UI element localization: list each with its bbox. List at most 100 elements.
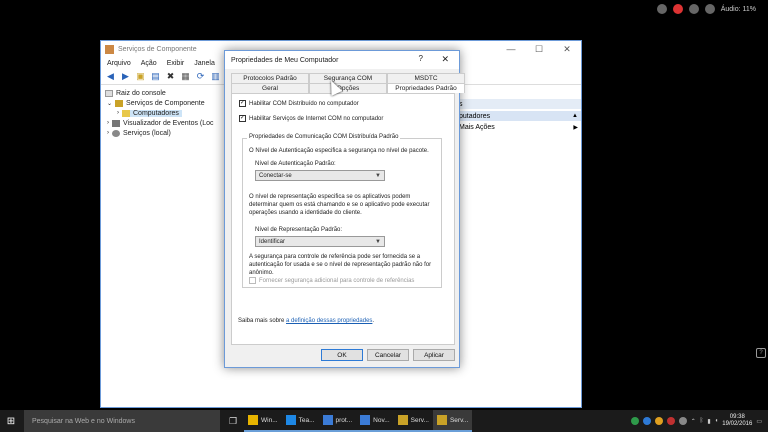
taskbar-app-label: Nov... — [373, 416, 390, 424]
enable-internet-checkbox[interactable]: ✓ Habilitar Serviços de Internet COM no … — [239, 115, 383, 122]
refresh-icon[interactable]: ⟳ — [195, 71, 206, 82]
dialog-close-button[interactable]: ✕ — [441, 54, 449, 65]
expand-chevron-icon[interactable]: › — [107, 120, 109, 126]
show-tree-icon[interactable]: ▤ — [150, 71, 161, 82]
record-icon[interactable] — [656, 4, 667, 14]
tree-item-root[interactable]: Raiz do console — [105, 88, 221, 98]
window-controls: — ☐ ✕ — [497, 41, 581, 57]
network-icon[interactable]: ▮ — [707, 418, 710, 425]
cancel-button[interactable]: Cancelar — [367, 349, 409, 361]
tab-protocolos-padrao[interactable]: Protocolos Padrão — [231, 73, 309, 83]
enable-dcom-label: Habilitar COM Distribuído no computador — [249, 100, 359, 107]
learn-more-link[interactable]: a definição dessas propriedades — [286, 318, 372, 324]
tab-geral[interactable]: Geral — [231, 83, 309, 93]
expand-chevron-icon[interactable]: › — [107, 130, 109, 136]
taskbar-app-teamviewer[interactable]: Tea... — [281, 410, 319, 432]
console-tree: Raiz do console ⌄ Serviços de Componente… — [101, 85, 221, 407]
tree-item-label: Computadores — [133, 109, 179, 117]
pause-icon[interactable] — [688, 4, 699, 14]
taskbar-app-label: Serv... — [449, 416, 469, 424]
ok-button[interactable]: OK — [321, 349, 363, 361]
checkbox-checked[interactable]: ✓ — [239, 100, 246, 107]
forward-arrow-icon[interactable]: ▶ — [120, 71, 131, 82]
app-icon — [322, 415, 333, 425]
mmc-title: Serviços de Componente — [118, 45, 197, 53]
checkbox-checked[interactable]: ✓ — [239, 115, 246, 122]
tree-item-computers[interactable]: › Computadores — [105, 108, 221, 118]
dialog-titlebar[interactable]: Propriedades de Meu Computador ? ✕ — [225, 51, 459, 69]
settings-icon[interactable] — [704, 4, 715, 14]
maximize-button[interactable]: ☐ — [525, 41, 553, 57]
taskbar: ⊞ Pesquisar na Web e no Windows ❐ Win...… — [0, 410, 768, 432]
close-button[interactable]: ✕ — [553, 41, 581, 57]
tab-seguranca-com[interactable]: Segurança COM — [309, 73, 387, 83]
actions-section-computers[interactable]: putadores ▲ — [457, 111, 581, 121]
tree-item-label: Raiz do console — [116, 89, 166, 97]
actions-header: s — [457, 99, 581, 109]
export-icon[interactable]: ▥ — [210, 71, 221, 82]
taskbar-apps: Win... Tea... prot... Nov... Serv... Ser… — [244, 410, 473, 432]
folder-icon — [105, 89, 113, 97]
menu-arquivo[interactable]: Arquivo — [107, 60, 131, 67]
auth-description: O Nível de Autenticação especifica a seg… — [249, 148, 429, 154]
tab-row-front: Geral Opções Propriedades Padrão — [231, 83, 465, 93]
taskbar-app-win[interactable]: Win... — [244, 410, 282, 432]
tray-app-icon[interactable] — [678, 417, 687, 425]
learn-more-suffix: . — [372, 318, 375, 324]
tray-app-icon[interactable] — [666, 417, 675, 425]
tab-row-back: Protocolos Padrão Segurança COM MSDTC — [231, 73, 465, 83]
taskbar-app-serv-2[interactable]: Serv... — [432, 410, 473, 432]
volume-icon[interactable]: ◖ — [715, 418, 719, 424]
reference-tracking-checkbox[interactable]: Fornecer segurança adicional para contro… — [249, 277, 414, 284]
stop-icon[interactable] — [672, 4, 683, 14]
back-arrow-icon[interactable]: ◀ — [105, 71, 116, 82]
menu-janela[interactable]: Janela — [194, 60, 215, 67]
menu-acao[interactable]: Ação — [141, 60, 157, 67]
tab-panel: ✓ Habilitar COM Distribuído no computado… — [231, 93, 455, 345]
taskbar-search[interactable]: Pesquisar na Web e no Windows — [24, 410, 220, 432]
help-overlay-icon[interactable]: ? — [756, 348, 766, 358]
tree-item-event-viewer[interactable]: › Visualizador de Eventos (Loc — [105, 118, 221, 128]
more-actions-item[interactable]: Mais Ações ▶ — [457, 121, 581, 133]
up-folder-icon[interactable]: ▣ — [135, 71, 146, 82]
collapse-chevron-icon[interactable]: ⌄ — [107, 100, 112, 107]
taskbar-app-label: prot... — [335, 416, 353, 424]
notifications-icon[interactable]: ▭ — [756, 418, 762, 425]
tree-item-label: Serviços (local) — [123, 129, 171, 137]
taskbar-app-serv-1[interactable]: Serv... — [393, 410, 433, 432]
app-icon — [436, 415, 447, 425]
tab-propriedades-padrao[interactable]: Propriedades Padrão — [387, 83, 465, 93]
submenu-arrow-icon: ▶ — [573, 124, 578, 131]
tray-app-icon[interactable] — [654, 417, 663, 425]
help-button[interactable]: ? — [419, 54, 423, 63]
minimize-button[interactable]: — — [497, 41, 525, 57]
tree-item-services[interactable]: › Serviços (local) — [105, 128, 221, 138]
dcom-properties-group: Propriedades de Comunicação COM Distribu… — [242, 134, 442, 288]
tray-app-icon[interactable] — [642, 417, 651, 425]
tree-item-component-services[interactable]: ⌄ Serviços de Componente — [105, 98, 221, 108]
tab-msdtc[interactable]: MSDTC — [387, 73, 465, 83]
expand-chevron-icon[interactable]: › — [117, 110, 119, 116]
impersonation-level-label: Nível de Representação Padrão: — [255, 227, 343, 233]
task-view-icon[interactable]: ❐ — [224, 416, 242, 427]
delete-icon[interactable]: ✖ — [165, 71, 176, 82]
impersonation-level-select[interactable]: Identificar ▼ — [255, 236, 385, 247]
auth-level-value: Conectar-se — [259, 172, 292, 179]
taskbar-app-nov[interactable]: Nov... — [356, 410, 394, 432]
enable-dcom-checkbox[interactable]: ✓ Habilitar COM Distribuído no computado… — [239, 100, 359, 107]
menu-exibir[interactable]: Exibir — [167, 60, 185, 67]
properties-icon[interactable]: ▦ — [180, 71, 191, 82]
tab-opcoes[interactable]: Opções — [309, 83, 387, 93]
taskbar-app-prot[interactable]: prot... — [318, 410, 357, 432]
chevron-up-icon[interactable]: ⌃ — [691, 418, 696, 425]
taskbar-clock[interactable]: 09:38 19/02/2016 — [722, 414, 752, 428]
event-viewer-icon — [112, 119, 120, 127]
tray-app-icon[interactable] — [630, 417, 639, 425]
checkbox-unchecked[interactable] — [249, 277, 256, 284]
apply-button[interactable]: Aplicar — [413, 349, 455, 361]
auth-level-select[interactable]: Conectar-se ▼ — [255, 170, 385, 181]
app-icon — [248, 415, 258, 425]
chevron-down-icon: ▼ — [375, 172, 381, 179]
windows-start-icon[interactable]: ⊞ — [0, 410, 22, 432]
bluetooth-icon[interactable]: ᛒ — [700, 418, 704, 424]
